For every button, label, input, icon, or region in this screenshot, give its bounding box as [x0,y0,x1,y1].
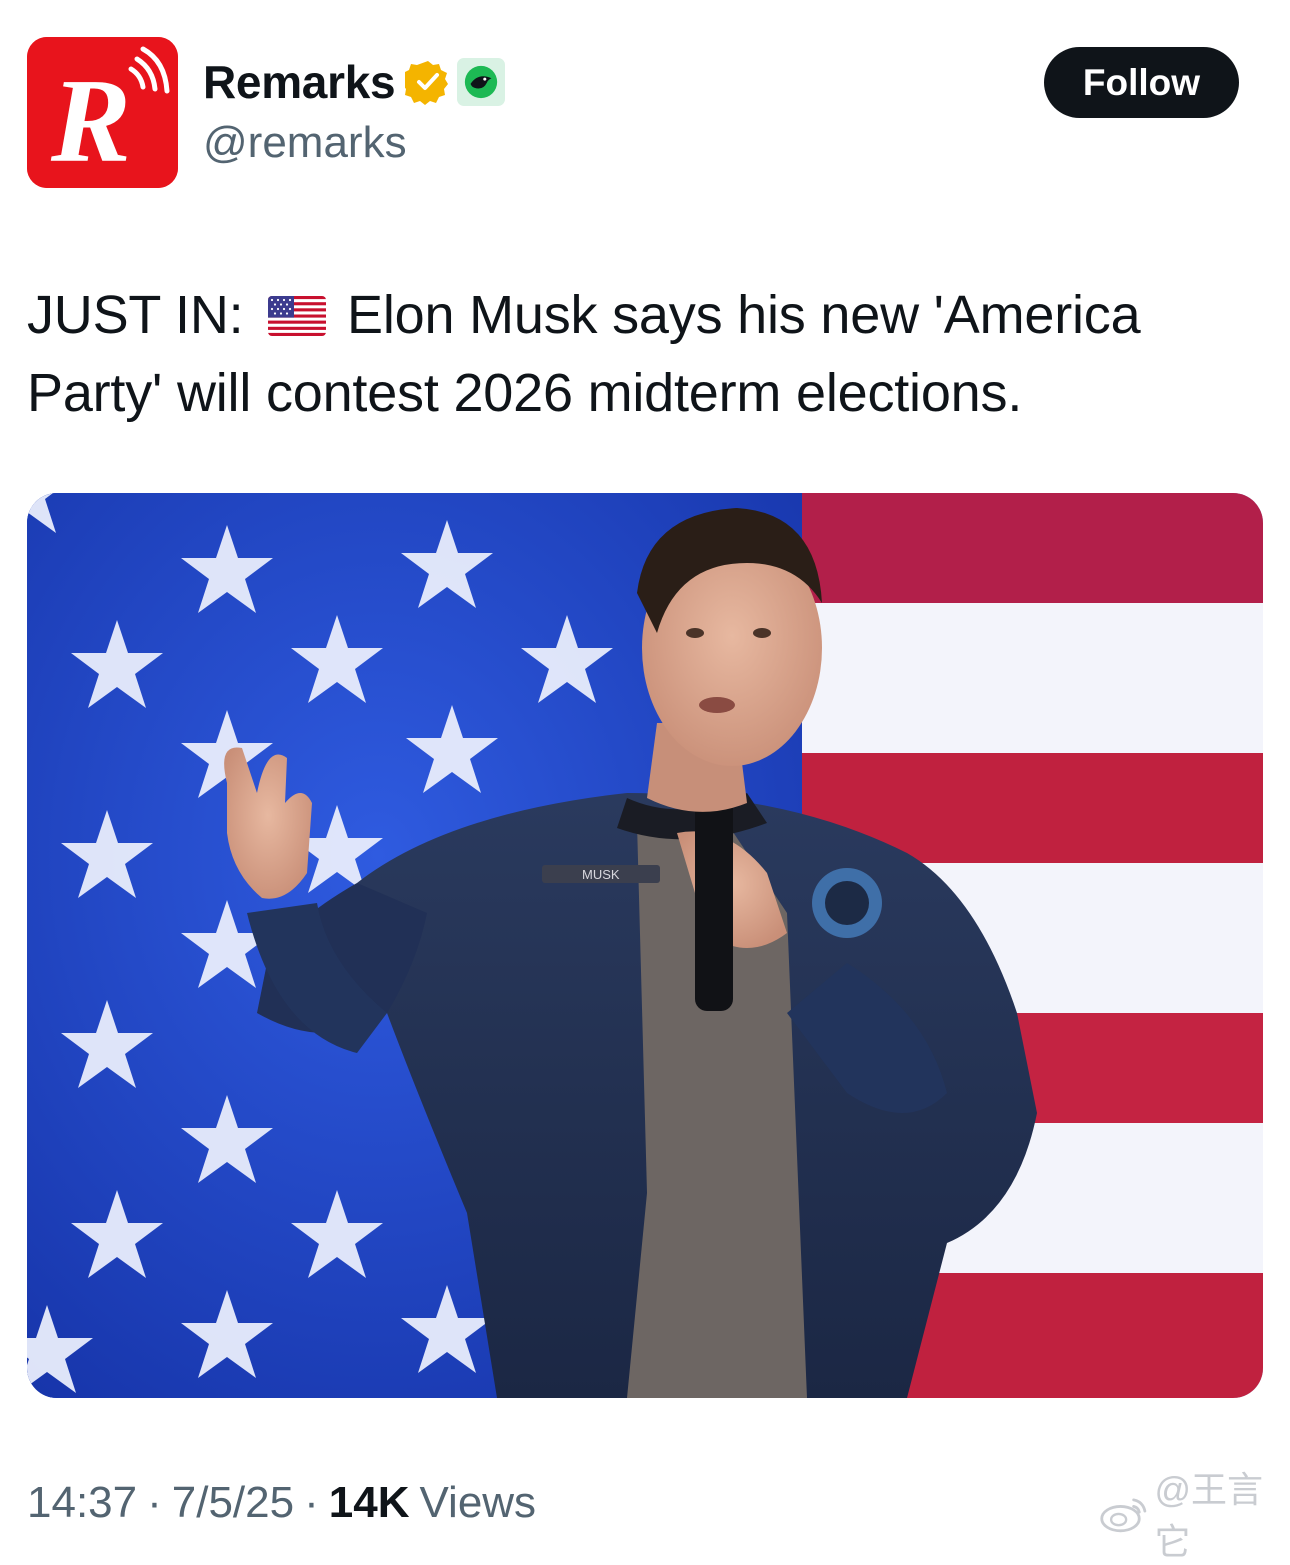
verified-badge-icon [405,59,451,105]
account-name[interactable]: Remarks [203,55,395,109]
jacket-name-tag: MUSK [582,867,620,882]
weibo-icon [1098,1491,1151,1535]
tweet-time[interactable]: 14:37 [27,1478,137,1528]
avatar-letter: R [50,54,131,187]
tweet-prefix: JUST IN: [27,285,258,345]
us-flag-icon [268,296,326,336]
account-handle[interactable]: @remarks [203,118,407,168]
affiliate-bird-icon [462,63,500,101]
affiliate-badge[interactable] [457,58,505,106]
speaker-flag-photo: MUSK [27,493,1263,1398]
views-label: Views [419,1478,536,1528]
weibo-watermark: @王言它 [1098,1488,1290,1538]
meta-separator: · [304,1478,319,1528]
follow-button[interactable]: Follow [1044,47,1239,118]
tweet-date[interactable]: 7/5/25 [172,1478,294,1528]
meta-separator: · [147,1478,162,1528]
tweet-meta: 14:37 · 7/5/25 · 14K Views [27,1473,536,1533]
account-avatar[interactable]: R [27,37,178,188]
watermark-text: @王言它 [1155,1461,1290,1565]
tweet-photo[interactable]: MUSK [27,493,1263,1398]
views-count[interactable]: 14K [329,1478,410,1528]
remarks-logo-icon: R [27,37,178,188]
tweet-text: JUST IN: Elon Musk says his new 'America… [27,276,1257,432]
account-name-row: Remarks [203,52,505,112]
